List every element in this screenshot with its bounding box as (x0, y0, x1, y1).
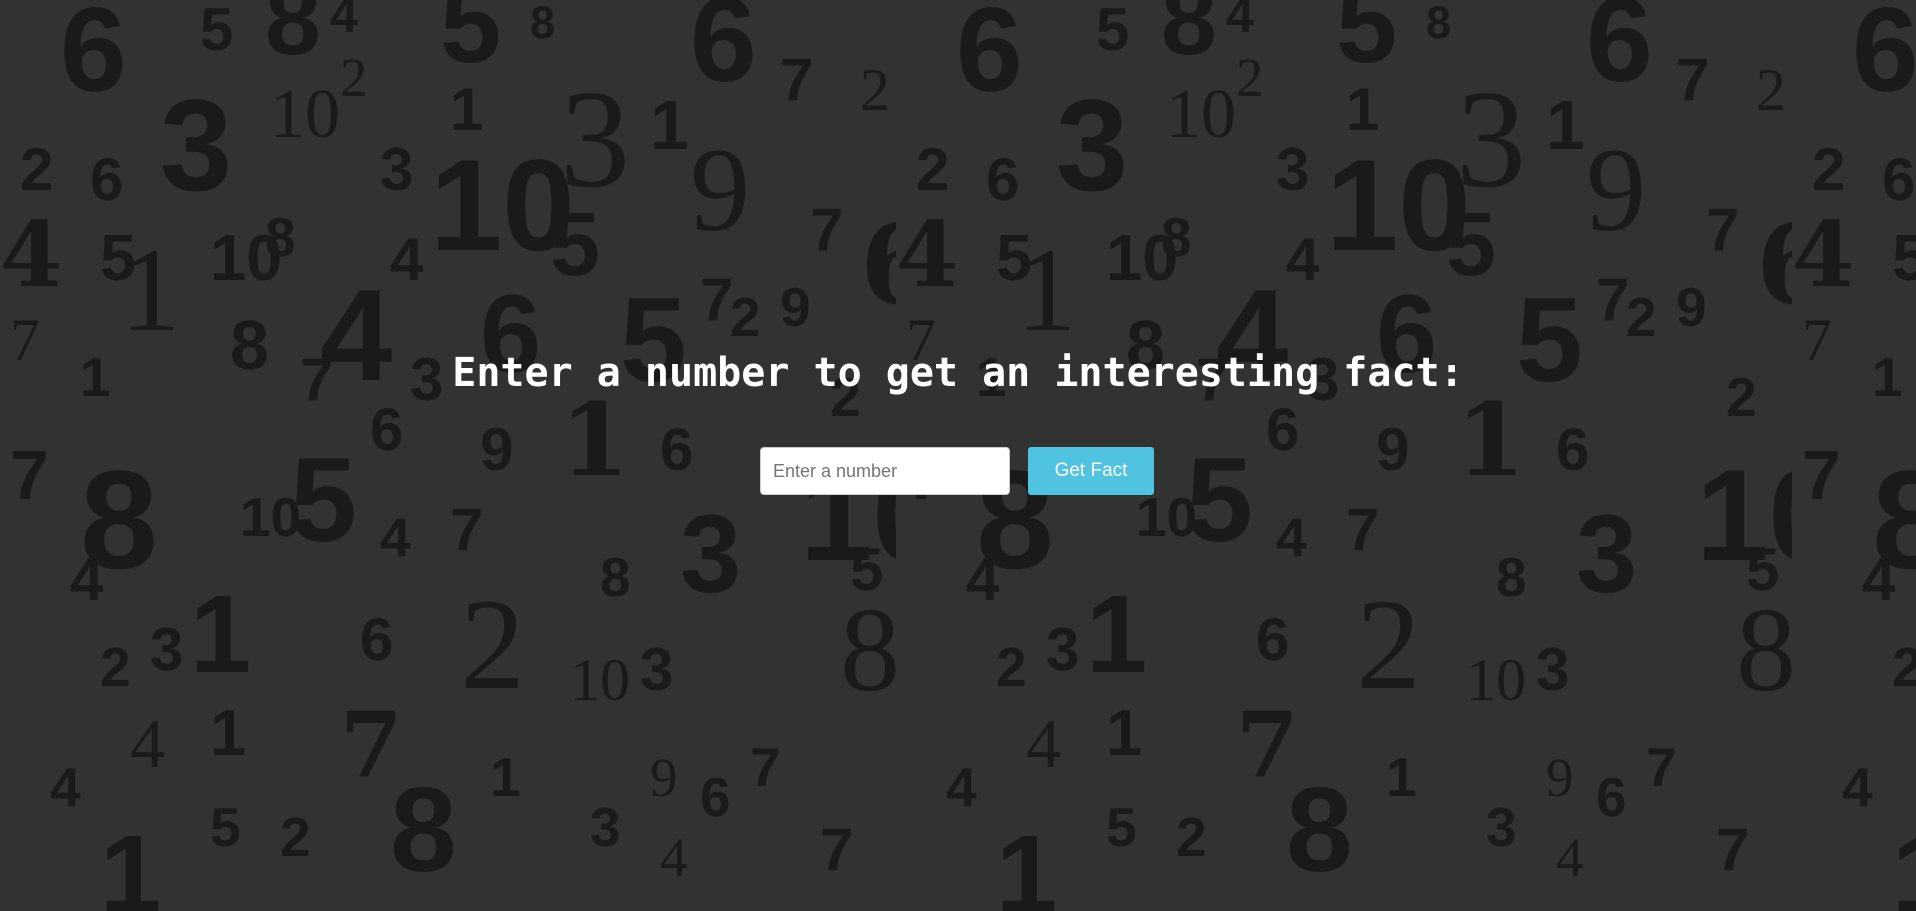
page: 6584586723102131263109745110845796784652… (0, 0, 1916, 911)
get-fact-button[interactable]: Get Fact (1028, 447, 1154, 495)
number-input[interactable] (760, 447, 1010, 495)
fact-form: Get Fact (760, 447, 1154, 495)
page-heading: Enter a number to get an interesting fac… (452, 350, 1464, 396)
main-content: Enter a number to get an interesting fac… (0, 0, 1916, 911)
